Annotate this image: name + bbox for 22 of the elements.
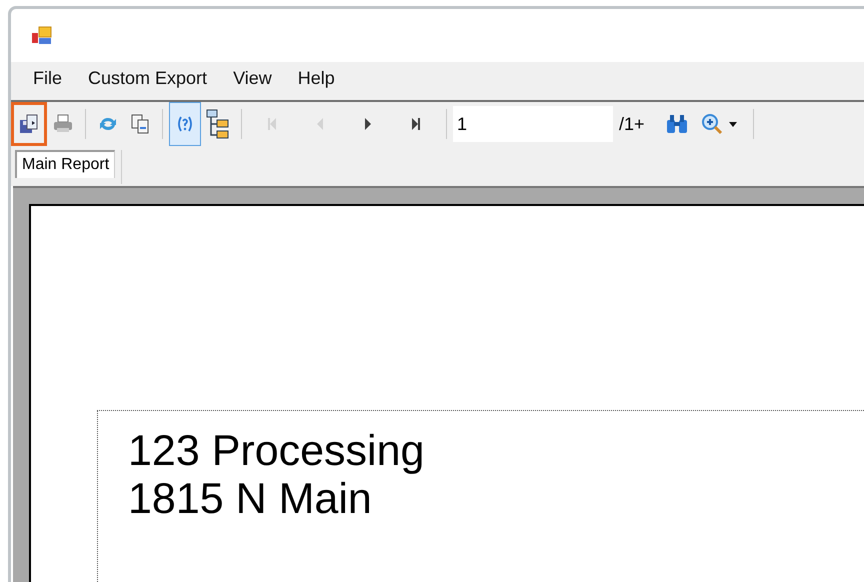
menu-item[interactable]: Custom Export (88, 65, 208, 92)
binoculars-icon (664, 114, 689, 134)
menu-item[interactable]: View (233, 65, 272, 92)
menu-item[interactable]: Help (298, 65, 335, 92)
help-button[interactable] (169, 102, 201, 146)
copy-icon (129, 113, 151, 135)
previous-page-icon (316, 117, 324, 131)
address-line: 123 Processing (128, 427, 426, 475)
next-page-icon (364, 117, 372, 131)
address-line: 1815 N Main (128, 475, 373, 523)
caret-icon (728, 122, 737, 126)
zoom-in-icon (700, 113, 723, 135)
page-number-field[interactable]: 1 (453, 106, 613, 142)
menu-item[interactable]: File (33, 65, 62, 92)
app-icon (31, 24, 53, 46)
report-tab[interactable]: Main Report (15, 150, 116, 178)
last-page-icon (411, 117, 421, 131)
floppy-export-icon (18, 113, 40, 135)
first-page-icon (267, 117, 277, 131)
group-tree-icon (206, 109, 230, 139)
printer-icon (52, 113, 74, 135)
page-count: /1+ (619, 112, 645, 136)
